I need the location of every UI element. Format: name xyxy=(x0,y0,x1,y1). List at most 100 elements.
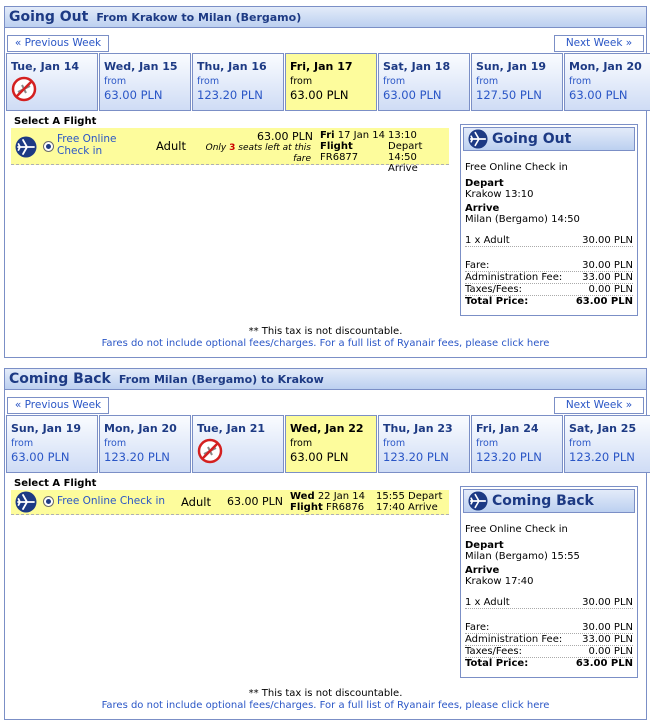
day-label: Sun, Jan 19 xyxy=(11,422,82,435)
inbound-day-tab[interactable]: Fri, Jan 24 from 123.20 PLN xyxy=(471,415,563,473)
summary-title: Coming Back xyxy=(492,493,594,509)
fare-type: Adult xyxy=(156,139,186,153)
summary-header: Going Out xyxy=(463,127,635,151)
day-label: Mon, Jan 20 xyxy=(569,60,642,73)
inbound-next-week-button[interactable]: Next Week » xyxy=(554,397,644,414)
inbound-day-tabs: Sun, Jan 19 from 63.00 PLN Mon, Jan 20 f… xyxy=(6,415,650,473)
outbound-day-tab[interactable]: Wed, Jan 15 from 63.00 PLN xyxy=(99,53,191,111)
day-label: Tue, Jan 21 xyxy=(197,422,266,435)
day-from-label: from xyxy=(476,438,499,449)
fare-price: 63.00 PLN xyxy=(257,130,313,143)
day-price: 123.20 PLN xyxy=(197,88,263,102)
inbound-day-tab-selected[interactable]: Wed, Jan 22 from 63.00 PLN xyxy=(285,415,377,473)
day-from-label: from xyxy=(104,76,127,87)
day-from-label: from xyxy=(383,438,406,449)
day-price: 123.20 PLN xyxy=(476,450,542,464)
day-price: 123.20 PLN xyxy=(383,450,449,464)
tax-note: ** This tax is not discountable. xyxy=(248,688,403,699)
flight-date: Wed 22 Jan 14 xyxy=(290,491,366,502)
day-label: Mon, Jan 20 xyxy=(104,422,177,435)
summary-depart-label: Depart xyxy=(465,178,504,189)
free-checkin-link[interactable]: Free Online Check in xyxy=(57,133,149,157)
arrive-info: 14:50 Arrive xyxy=(388,152,418,174)
day-price: 63.00 PLN xyxy=(104,88,163,102)
flight-radio[interactable] xyxy=(43,141,54,152)
summary-depart-value: Krakow 13:10 xyxy=(465,189,534,200)
outbound-day-tab[interactable]: Mon, Jan 20 from 63.00 PLN xyxy=(564,53,650,111)
summary-total-row: Total Price: 63.00 PLN xyxy=(465,296,633,307)
free-checkin-link[interactable]: Free Online Check in xyxy=(57,495,165,507)
outbound-summary-panel: Going Out Free Online Check in Depart Kr… xyxy=(460,124,638,316)
summary-taxes-row: Taxes/Fees: 0.00 PLN xyxy=(465,646,633,658)
day-price: 63.00 PLN xyxy=(383,88,442,102)
inbound-day-tab[interactable]: Thu, Jan 23 from 123.20 PLN xyxy=(378,415,470,473)
flight-radio[interactable] xyxy=(43,496,54,507)
outbound-day-tab[interactable]: Sat, Jan 18 from 63.00 PLN xyxy=(378,53,470,111)
summary-fare-row: Fare: 30.00 PLN xyxy=(465,622,633,634)
summary-pax-row: 1 x Adult 30.00 PLN xyxy=(465,597,633,609)
day-price: 63.00 PLN xyxy=(290,88,349,102)
outbound-prev-week-button[interactable]: « Previous Week xyxy=(7,35,109,52)
day-from-label: from xyxy=(383,76,406,87)
arrive-info: 17:40 Arrive xyxy=(376,502,438,513)
inbound-summary-panel: Coming Back Free Online Check in Depart … xyxy=(460,486,638,678)
day-label: Fri, Jan 24 xyxy=(476,422,539,435)
plane-icon xyxy=(468,129,488,149)
inbound-flight-row[interactable]: Free Online Check in Adult 63.00 PLN Wed… xyxy=(11,490,449,515)
summary-arrive-value: Milan (Bergamo) 14:50 xyxy=(465,214,580,225)
day-label: Sat, Jan 25 xyxy=(569,422,637,435)
inbound-day-tab[interactable]: Mon, Jan 20 from 123.20 PLN xyxy=(99,415,191,473)
summary-admin-row: Administration Fee: 33.00 PLN xyxy=(465,634,633,646)
summary-depart-value: Milan (Bergamo) 15:55 xyxy=(465,551,580,562)
day-from-label: from xyxy=(290,76,313,87)
flight-number: FR6877 xyxy=(320,152,359,163)
day-price: 63.00 PLN xyxy=(290,450,349,464)
inbound-day-tab[interactable]: Sun, Jan 19 from 63.00 PLN xyxy=(6,415,98,473)
day-from-label: from xyxy=(569,76,592,87)
outbound-next-week-button[interactable]: Next Week » xyxy=(554,35,644,52)
summary-arrive-label: Arrive xyxy=(465,203,500,214)
day-label: Wed, Jan 15 xyxy=(104,60,178,73)
day-label: Wed, Jan 22 xyxy=(290,422,364,435)
summary-depart-label: Depart xyxy=(465,540,504,551)
summary-checkin: Free Online Check in xyxy=(465,162,568,173)
day-from-label: from xyxy=(290,438,313,449)
day-price: 127.50 PLN xyxy=(476,88,542,102)
inbound-prev-week-button[interactable]: « Previous Week xyxy=(7,397,109,414)
outbound-flight-row[interactable]: Free Online Check in Adult 63.00 PLN Onl… xyxy=(11,128,449,174)
outbound-day-tab[interactable]: Sun, Jan 19 from 127.50 PLN xyxy=(471,53,563,111)
outbound-day-tab[interactable]: Thu, Jan 16 from 123.20 PLN xyxy=(192,53,284,111)
outbound-header: Going Out From Krakow to Milan (Bergamo) xyxy=(5,7,646,28)
plane-icon xyxy=(468,491,488,511)
day-label: Sun, Jan 19 xyxy=(476,60,547,73)
day-label: Thu, Jan 16 xyxy=(197,60,267,73)
day-label: Thu, Jan 23 xyxy=(383,422,453,435)
no-flights-icon xyxy=(197,438,223,464)
summary-arrive-label: Arrive xyxy=(465,565,500,576)
fees-link[interactable]: Fares do not include optional fees/charg… xyxy=(5,338,646,349)
depart-info: 15:55 Depart xyxy=(376,491,443,502)
select-flight-label: Select A Flight xyxy=(14,478,97,489)
fees-link[interactable]: Fares do not include optional fees/charg… xyxy=(5,700,646,711)
summary-admin-row: Administration Fee: 33.00 PLN xyxy=(465,272,633,284)
tax-note: ** This tax is not discountable. xyxy=(248,326,403,337)
inbound-day-tab: Tue, Jan 21 xyxy=(192,415,284,473)
inbound-header: Coming Back From Milan (Bergamo) to Krak… xyxy=(5,369,646,390)
day-from-label: from xyxy=(569,438,592,449)
depart-time: 13:10 xyxy=(388,130,417,141)
summary-fare-row: Fare: 30.00 PLN xyxy=(465,260,633,272)
outbound-route: From Krakow to Milan (Bergamo) xyxy=(96,10,302,24)
outbound-day-tab-selected[interactable]: Fri, Jan 17 from 63.00 PLN xyxy=(285,53,377,111)
flight-date: Fri 17 Jan 14 xyxy=(320,130,385,141)
summary-pax-row: 1 x Adult 30.00 PLN xyxy=(465,235,633,247)
day-price: 123.20 PLN xyxy=(104,450,170,464)
summary-title: Going Out xyxy=(492,131,572,147)
flight-number-line: Flight FR6876 xyxy=(290,502,365,513)
day-price: 63.00 PLN xyxy=(569,88,628,102)
day-price: 63.00 PLN xyxy=(11,450,70,464)
day-label: Sat, Jan 18 xyxy=(383,60,451,73)
inbound-day-tab[interactable]: Sat, Jan 25 from 123.20 PLN xyxy=(564,415,650,473)
summary-header: Coming Back xyxy=(463,489,635,513)
plane-icon xyxy=(15,136,37,158)
inbound-title: Coming Back xyxy=(9,371,111,387)
